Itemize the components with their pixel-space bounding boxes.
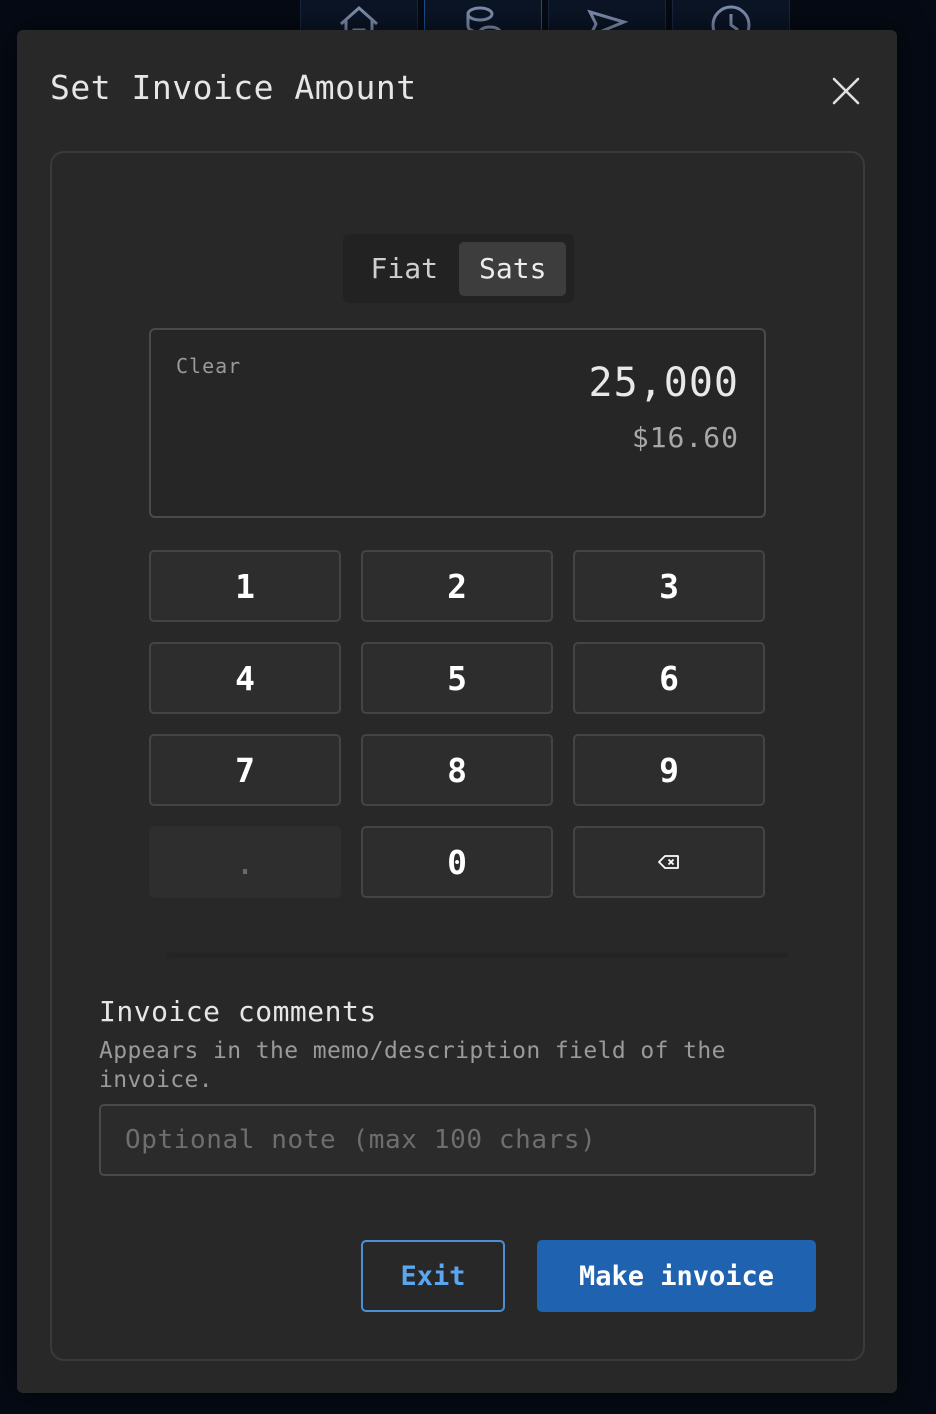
comments-help-text: Appears in the memo/description field of… [99, 1038, 726, 1093]
amount-value: 25,000 [588, 360, 739, 406]
close-icon [832, 77, 860, 105]
unit-toggle: Fiat Sats [343, 234, 574, 303]
key-decimal: . [149, 826, 341, 898]
comments-label: Invoice comments [99, 995, 377, 1028]
backspace-icon [658, 855, 679, 869]
divider [167, 953, 787, 955]
fiat-equivalent: $16.60 [631, 421, 739, 454]
numeric-keypad: 1 2 3 4 5 6 7 8 9 . 0 [149, 550, 766, 898]
key-3[interactable]: 3 [573, 550, 765, 622]
toggle-fiat[interactable]: Fiat [349, 242, 459, 296]
key-9[interactable]: 9 [573, 734, 765, 806]
make-invoice-button[interactable]: Make invoice [537, 1240, 816, 1312]
amount-display: Clear 25,000 $16.60 [149, 328, 766, 518]
comment-input[interactable] [99, 1104, 816, 1176]
key-backspace[interactable] [573, 826, 765, 898]
modal-title: Set Invoice Amount [50, 68, 417, 107]
toggle-sats[interactable]: Sats [459, 241, 566, 296]
exit-button[interactable]: Exit [361, 1240, 505, 1312]
clear-button[interactable]: Clear [176, 354, 241, 378]
key-4[interactable]: 4 [149, 642, 341, 714]
invoice-modal: Set Invoice Amount Fiat Sats Clear 25,00… [17, 30, 897, 1393]
close-button[interactable] [829, 74, 863, 108]
key-2[interactable]: 2 [361, 550, 553, 622]
key-7[interactable]: 7 [149, 734, 341, 806]
key-1[interactable]: 1 [149, 550, 341, 622]
key-8[interactable]: 8 [361, 734, 553, 806]
key-0[interactable]: 0 [361, 826, 553, 898]
key-5[interactable]: 5 [361, 642, 553, 714]
amount-panel: Fiat Sats Clear 25,000 $16.60 1 2 3 4 5 … [50, 151, 865, 1361]
key-6[interactable]: 6 [573, 642, 765, 714]
